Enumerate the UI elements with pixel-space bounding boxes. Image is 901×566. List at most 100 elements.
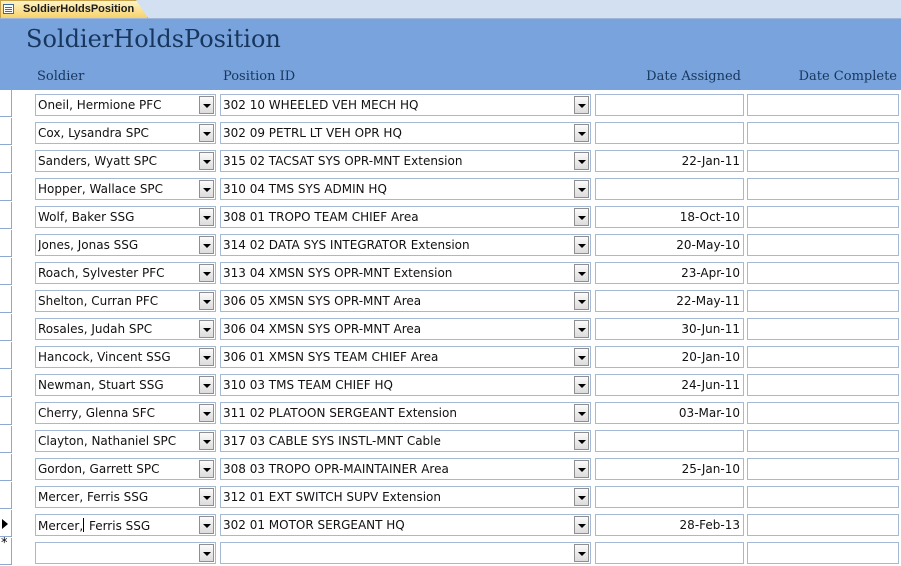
soldier-combobox[interactable]: Clayton, Nathaniel SPC [35,430,216,452]
position-id-combobox[interactable]: 302 01 MOTOR SERGEANT HQ [220,514,591,536]
soldier-combobox[interactable]: Mercer, Ferris SSG [35,514,216,536]
position-id-combobox[interactable]: 308 03 TROPO OPR-MAINTAINER Area [220,458,591,480]
record-selector[interactable] [0,314,12,341]
position-id-dropdown-button[interactable] [574,96,589,114]
position-id-dropdown-button[interactable] [574,236,589,254]
position-id-combobox[interactable]: 306 05 XMSN SYS OPR-MNT Area [220,290,591,312]
record-selector[interactable] [0,342,12,369]
soldier-dropdown-button[interactable] [199,96,214,114]
soldier-combobox[interactable]: Rosales, Judah SPC [35,318,216,340]
date-complete-field[interactable] [747,514,899,536]
date-complete-field[interactable] [747,318,899,340]
soldier-combobox[interactable]: Wolf, Baker SSG [35,206,216,228]
date-complete-field[interactable] [747,262,899,284]
soldier-dropdown-button[interactable] [199,264,214,282]
position-id-dropdown-button[interactable] [574,488,589,506]
position-id-combobox[interactable] [220,542,591,564]
soldier-dropdown-button[interactable] [199,376,214,394]
record-selector[interactable] [0,510,12,537]
position-id-combobox[interactable]: 314 02 DATA SYS INTEGRATOR Extension [220,234,591,256]
soldier-combobox[interactable]: Oneil, Hermione PFC [35,94,216,116]
document-tab-soldierholdsposition[interactable]: SoldierHoldsPosition [0,0,148,18]
date-assigned-field[interactable] [595,430,744,452]
date-assigned-field[interactable] [595,486,744,508]
date-complete-field[interactable] [747,94,899,116]
soldier-combobox[interactable]: Sanders, Wyatt SPC [35,150,216,172]
date-assigned-field[interactable] [595,122,744,144]
position-id-dropdown-button[interactable] [574,124,589,142]
date-complete-field[interactable] [747,234,899,256]
soldier-combobox[interactable]: Newman, Stuart SSG [35,374,216,396]
record-selector[interactable]: * [0,537,12,565]
position-id-dropdown-button[interactable] [574,376,589,394]
position-id-combobox[interactable]: 306 04 XMSN SYS OPR-MNT Area [220,318,591,340]
soldier-combobox[interactable]: Gordon, Garrett SPC [35,458,216,480]
soldier-combobox[interactable]: Mercer, Ferris SSG [35,486,216,508]
soldier-dropdown-button[interactable] [199,124,214,142]
soldier-combobox[interactable]: Hopper, Wallace SPC [35,178,216,200]
date-assigned-field[interactable]: 24-Jun-11 [595,374,744,396]
soldier-dropdown-button[interactable] [199,348,214,366]
position-id-combobox[interactable]: 308 01 TROPO TEAM CHIEF Area [220,206,591,228]
record-selector[interactable] [0,258,12,285]
date-assigned-field[interactable]: 23-Apr-10 [595,262,744,284]
soldier-combobox[interactable]: Shelton, Curran PFC [35,290,216,312]
record-selector[interactable] [0,118,12,145]
date-assigned-field[interactable]: 20-Jan-10 [595,346,744,368]
record-selector[interactable] [0,398,12,425]
date-assigned-field[interactable] [595,178,744,200]
date-assigned-field[interactable]: 22-May-11 [595,290,744,312]
soldier-combobox[interactable]: Hancock, Vincent SSG [35,346,216,368]
position-id-dropdown-button[interactable] [574,264,589,282]
soldier-dropdown-button[interactable] [199,488,214,506]
position-id-combobox[interactable]: 310 04 TMS SYS ADMIN HQ [220,178,591,200]
date-complete-field[interactable] [747,150,899,172]
position-id-combobox[interactable]: 310 03 TMS TEAM CHIEF HQ [220,374,591,396]
soldier-combobox[interactable]: Cox, Lysandra SPC [35,122,216,144]
position-id-combobox[interactable]: 317 03 CABLE SYS INSTL-MNT Cable [220,430,591,452]
record-selector[interactable] [0,174,12,201]
date-complete-field[interactable] [747,122,899,144]
soldier-dropdown-button[interactable] [199,460,214,478]
position-id-dropdown-button[interactable] [574,516,589,534]
date-complete-field[interactable] [747,290,899,312]
date-assigned-field[interactable]: 30-Jun-11 [595,318,744,340]
position-id-combobox[interactable]: 302 09 PETRL LT VEH OPR HQ [220,122,591,144]
date-assigned-field[interactable]: 20-May-10 [595,234,744,256]
position-id-dropdown-button[interactable] [574,320,589,338]
date-assigned-field[interactable]: 28-Feb-13 [595,514,744,536]
soldier-dropdown-button[interactable] [199,236,214,254]
date-complete-field[interactable] [747,458,899,480]
position-id-combobox[interactable]: 315 02 TACSAT SYS OPR-MNT Extension [220,150,591,172]
position-id-dropdown-button[interactable] [574,544,589,562]
soldier-dropdown-button[interactable] [199,208,214,226]
soldier-dropdown-button[interactable] [199,432,214,450]
soldier-dropdown-button[interactable] [199,152,214,170]
position-id-combobox[interactable]: 311 02 PLATOON SERGEANT Extension [220,402,591,424]
date-assigned-field[interactable]: 22-Jan-11 [595,150,744,172]
record-selector[interactable] [0,230,12,257]
soldier-combobox[interactable]: Roach, Sylvester PFC [35,262,216,284]
date-assigned-field[interactable] [595,542,744,564]
date-assigned-field[interactable] [595,94,744,116]
position-id-dropdown-button[interactable] [574,404,589,422]
record-selector[interactable] [0,426,12,453]
position-id-combobox[interactable]: 302 10 WHEELED VEH MECH HQ [220,94,591,116]
record-selector[interactable] [0,454,12,481]
soldier-dropdown-button[interactable] [199,180,214,198]
date-complete-field[interactable] [747,402,899,424]
date-complete-field[interactable] [747,206,899,228]
position-id-dropdown-button[interactable] [574,292,589,310]
soldier-dropdown-button[interactable] [199,516,214,534]
date-complete-field[interactable] [747,542,899,564]
soldier-dropdown-button[interactable] [199,404,214,422]
soldier-combobox[interactable] [35,542,216,564]
date-complete-field[interactable] [747,178,899,200]
record-selector[interactable] [0,370,12,397]
position-id-dropdown-button[interactable] [574,208,589,226]
soldier-dropdown-button[interactable] [199,292,214,310]
record-selector[interactable] [0,202,12,229]
date-assigned-field[interactable]: 25-Jan-10 [595,458,744,480]
position-id-dropdown-button[interactable] [574,348,589,366]
soldier-dropdown-button[interactable] [199,544,214,562]
